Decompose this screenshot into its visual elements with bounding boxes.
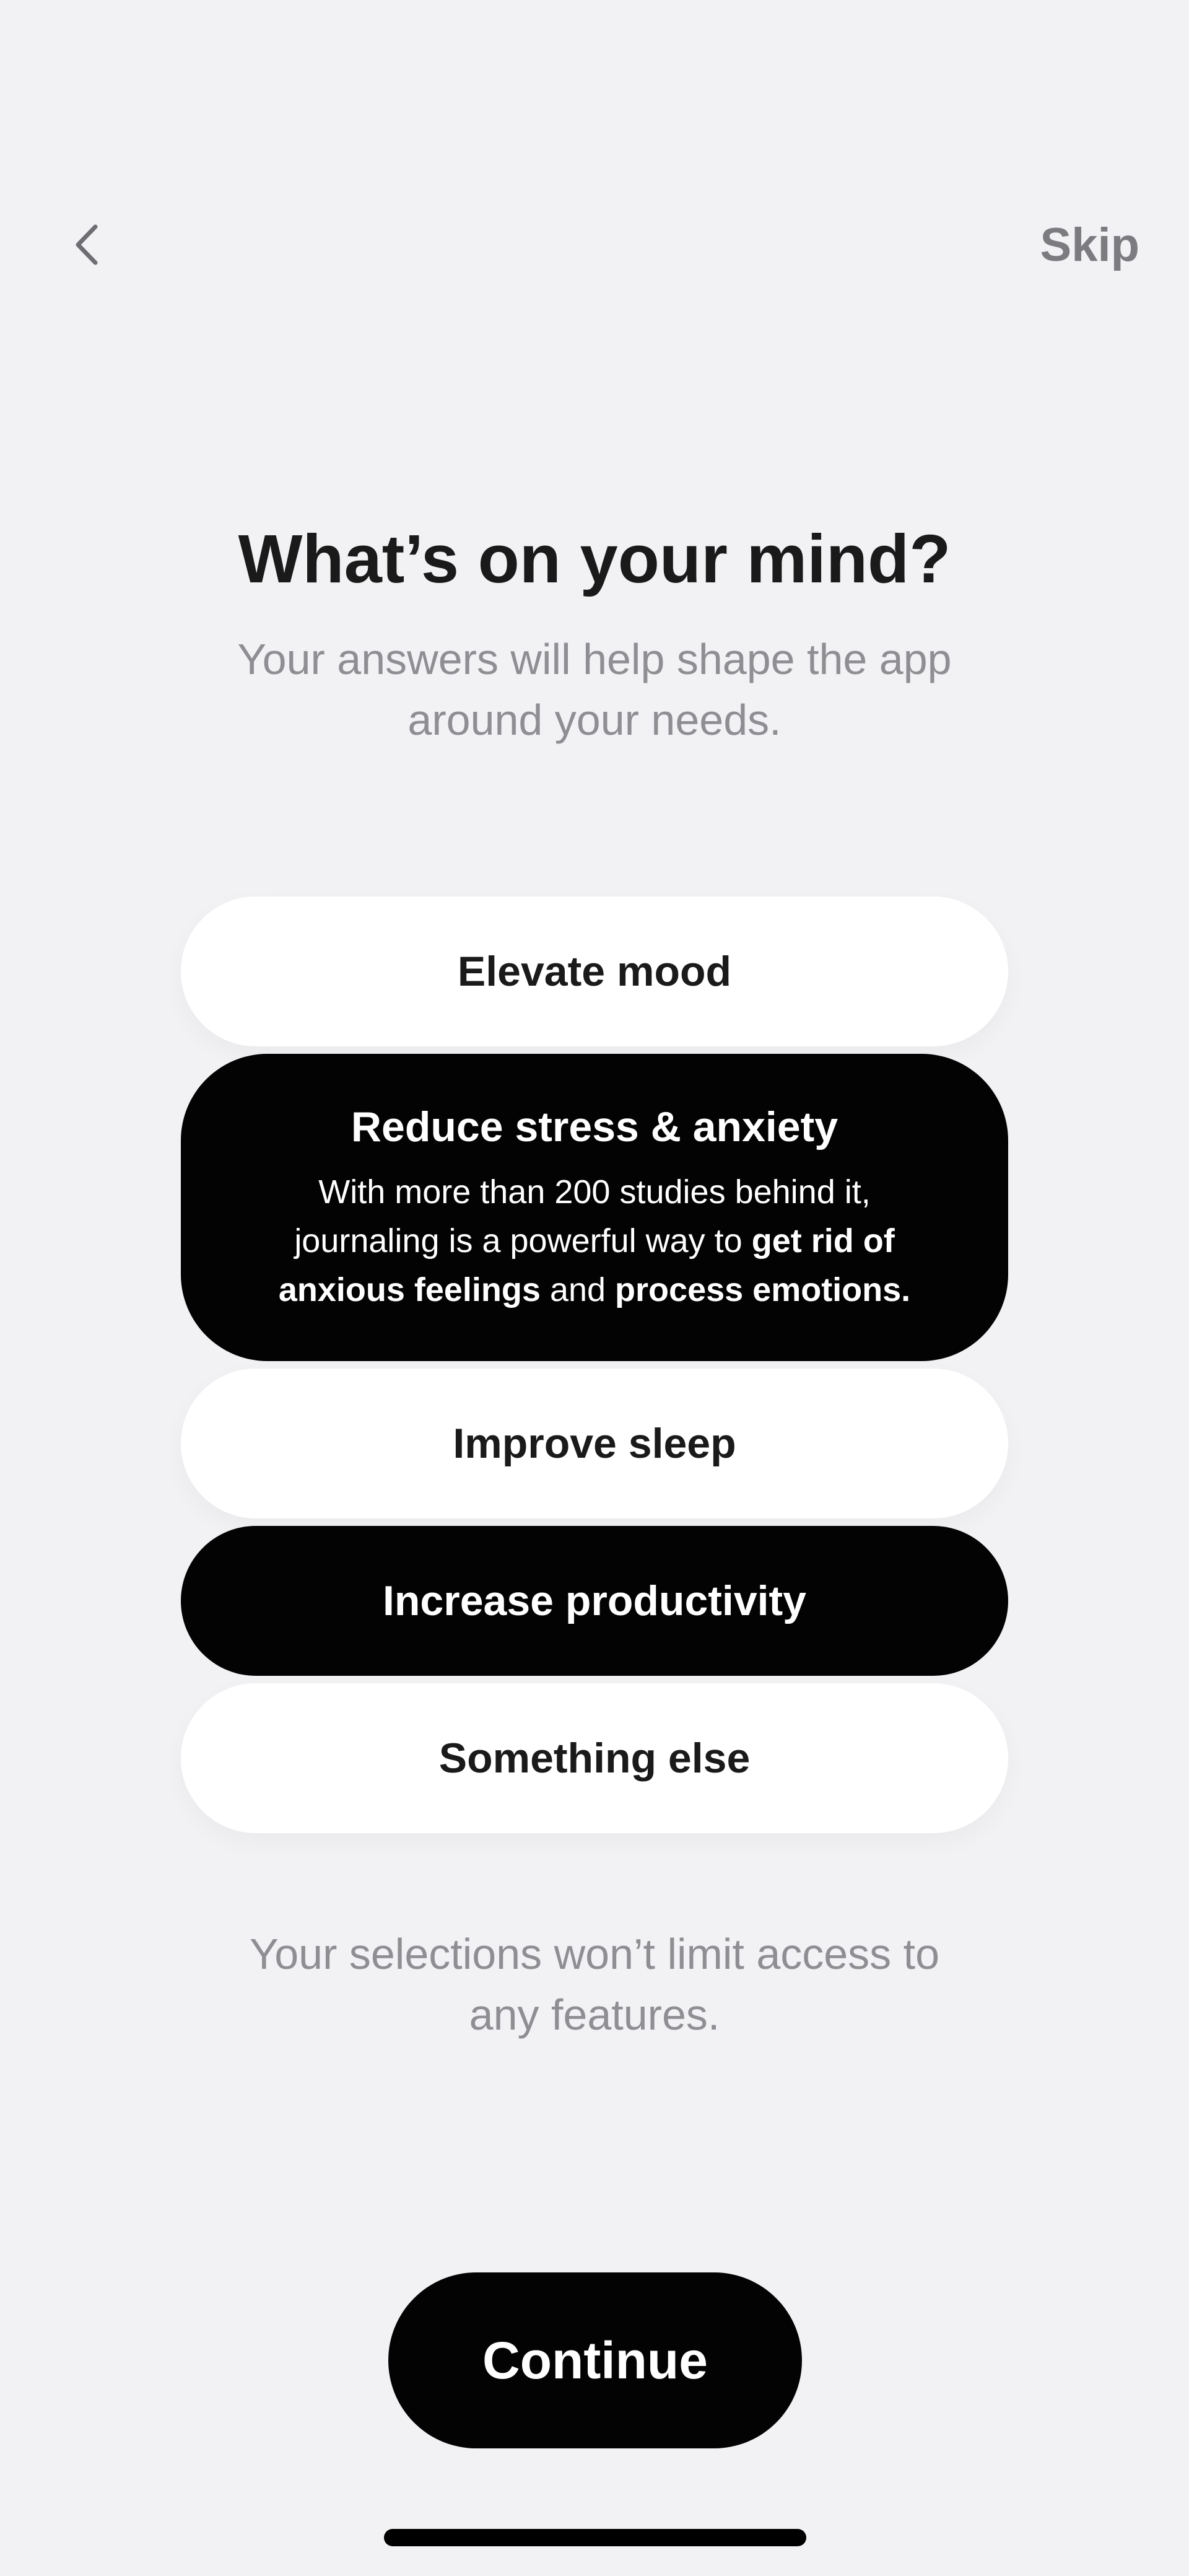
option-label: Increase productivity — [382, 1577, 807, 1624]
option-something-else[interactable]: Something else — [181, 1683, 1008, 1833]
option-label: Reduce stress & anxiety — [351, 1103, 838, 1150]
option-description: With more than 200 studies behind it, jo… — [248, 1168, 941, 1315]
description-bold: process emotions. — [615, 1271, 911, 1308]
chevron-left-icon — [76, 224, 98, 265]
page-subtitle: Your answers will help shape the app aro… — [237, 635, 952, 744]
option-increase-productivity[interactable]: Increase productivity — [181, 1526, 1008, 1676]
home-indicator[interactable] — [384, 2529, 806, 2546]
description-text: and — [540, 1271, 616, 1308]
page-title: What’s on your mind? — [238, 521, 951, 597]
skip-button[interactable]: Skip — [1040, 214, 1140, 276]
option-label: Improve sleep — [453, 1420, 736, 1467]
option-reduce-stress-anxiety[interactable]: Reduce stress & anxiety With more than 2… — [181, 1054, 1008, 1361]
option-label: Elevate mood — [457, 948, 732, 995]
option-label: Something else — [438, 1735, 751, 1782]
option-elevate-mood[interactable]: Elevate mood — [181, 896, 1008, 1046]
back-button[interactable] — [56, 214, 118, 276]
option-improve-sleep[interactable]: Improve sleep — [181, 1369, 1008, 1518]
continue-button[interactable]: Continue — [388, 2272, 802, 2448]
options-list: Elevate mood Reduce stress & anxiety Wit… — [181, 896, 1008, 1833]
footnote-text: Your selections won’t limit access to an… — [249, 1930, 940, 2039]
